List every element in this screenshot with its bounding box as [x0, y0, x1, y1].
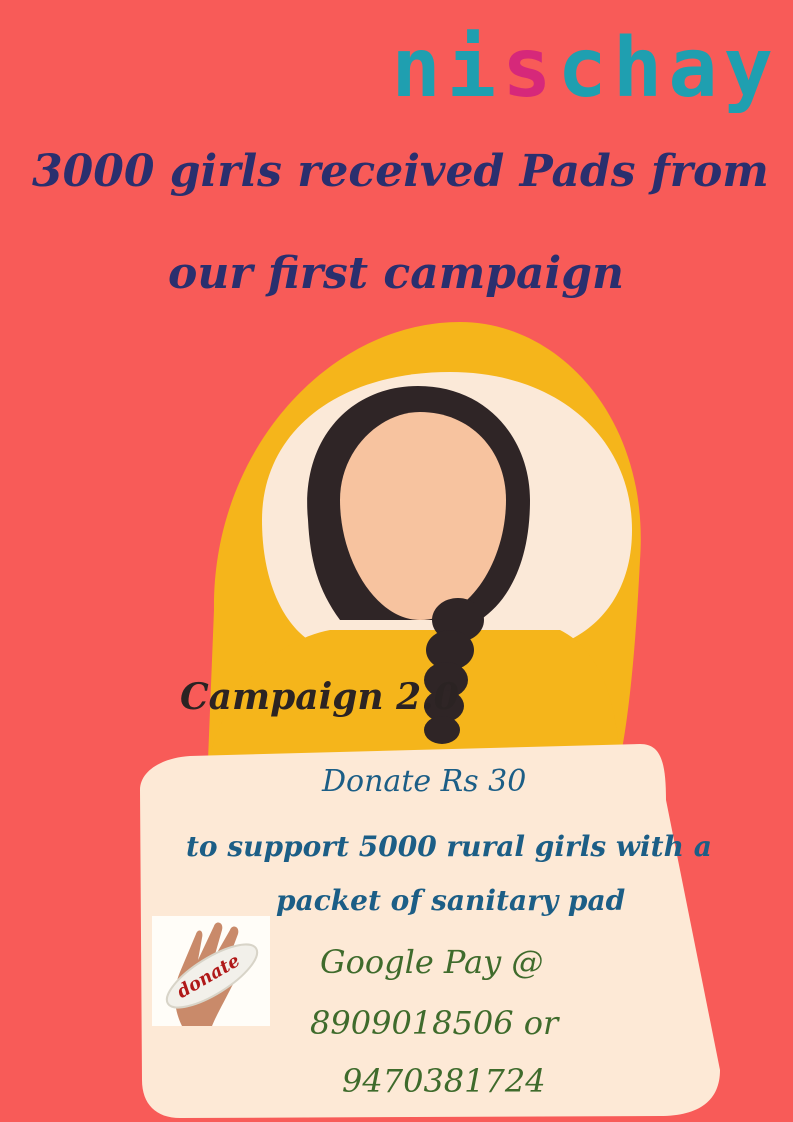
phone-number-1: 8909018506 or: [310, 1004, 559, 1042]
packet-text: packet of sanitary pad: [276, 884, 626, 917]
donate-amount-text: Donate Rs 30: [322, 764, 527, 799]
campaign-label: Campaign 2.0: [180, 676, 459, 718]
support-text: to support 5000 rural girls with a: [186, 830, 712, 863]
donate-hand-photo: donate: [152, 916, 270, 1026]
google-pay-label: Google Pay @: [320, 943, 544, 981]
phone-number-2: 9470381724: [342, 1062, 546, 1100]
